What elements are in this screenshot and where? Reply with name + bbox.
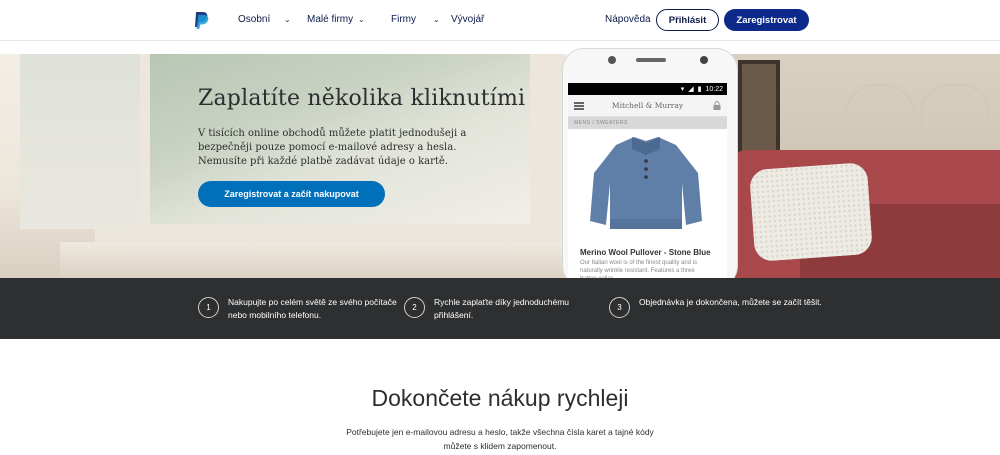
login-button[interactable]: Přihlásit [656,9,719,31]
chevron-down-icon: ⌄ [358,15,365,24]
lock-icon [713,101,721,110]
nav-item-label: Firmy [391,14,416,25]
store-name: Mitchell & Murray [611,101,684,110]
help-link[interactable]: Nápověda [605,14,651,25]
step-item: 2 Rychle zaplaťte díky jednoduchému přih… [404,296,574,322]
step-item: 1 Nakupujte po celém světě ze svého počí… [198,296,398,322]
nav-item-vyvojar[interactable]: Vývojář [451,14,484,25]
nav-item-label: Vývojář [451,14,485,25]
step-number: 3 [609,297,630,318]
step-text: Nakupujte po celém světě ze svého počíta… [228,297,397,320]
phone-screen: ▾ ◢ ▮ 10:22 Mitchell & Murray MENS / SWE… [568,83,727,278]
paypal-logo-icon[interactable] [193,11,209,30]
product-description: Our Italian wool is of the finest qualit… [580,260,698,278]
phone-sensor [700,56,708,64]
chevron-down-icon: ⌄ [284,15,291,24]
signup-shop-button[interactable]: Zaregistrovat a začít nakupovat [198,181,385,207]
step-text: Rychle zaplaťte díky jednoduchému přihlá… [434,297,570,320]
steps-bar: 1 Nakupujte po celém světě ze svého počí… [0,278,1000,339]
step-text: Objednávka je dokončena, můžete se začít… [639,297,822,307]
nav-item-firmy[interactable]: Firmy ⌄ [391,14,440,25]
phone-speaker [636,58,666,62]
breadcrumb: MENS / SWEATERS [568,117,727,129]
chair-image [920,84,990,142]
pillow-image [748,161,874,263]
signup-button[interactable]: Zaregistrovat [724,9,809,31]
nav-item-osobni[interactable]: Osobní ⌄ [238,14,291,25]
section-description: Potřebujete jen e-mailovou adresu a hesl… [346,427,654,451]
hero-window-sill [60,242,580,278]
battery-icon: ▮ [697,86,702,93]
nav-item-label: Osobní [238,14,271,25]
step-number: 1 [198,297,219,318]
section-title: Dokončete nákup rychleji [371,385,629,411]
step-number: 2 [404,297,425,318]
sweater-product-image [590,137,702,229]
status-bar: ▾ ◢ ▮ 10:22 [568,83,727,95]
hero-title: Zaplatíte několika kliknutími [198,86,526,111]
wifi-icon: ▾ [680,86,685,93]
chair-image [845,84,915,142]
hero-window-left [20,54,140,229]
product-name: Merino Wool Pullover - Stone Blue [580,248,711,257]
phone-camera [608,56,616,64]
app-header: Mitchell & Murray [568,95,727,117]
status-time: 10:22 [705,85,723,93]
nav-item-label: Malé firmy [307,14,354,25]
top-nav: Osobní ⌄ Malé firmy ⌄ Firmy ⌄ Vývojář Ná… [0,0,1000,41]
nav-item-male-firmy[interactable]: Malé firmy ⌄ [307,14,365,25]
chevron-down-icon: ⌄ [433,15,440,24]
signal-icon: ◢ [688,86,694,93]
hero-description: V tisících online obchodů můžete platit … [198,128,467,167]
step-item: 3 Objednávka je dokončena, můžete se zač… [609,296,839,318]
